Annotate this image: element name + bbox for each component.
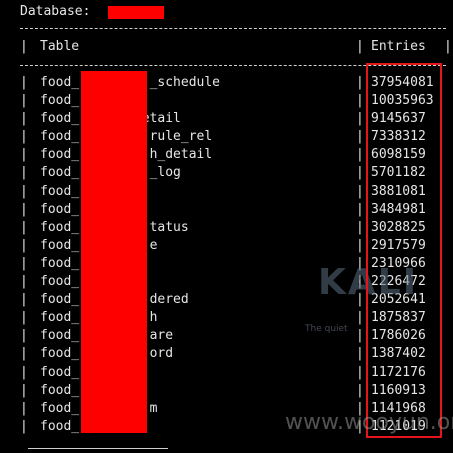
table-name: food_	[40, 382, 80, 398]
row-pipe-mid: |	[356, 310, 364, 326]
row-pipe-left: |	[20, 219, 28, 235]
header-pipe-left: |	[20, 39, 28, 54]
row-pipe-mid: |	[356, 147, 364, 163]
row-pipe-mid: |	[356, 382, 364, 398]
row-pipe-left: |	[20, 310, 28, 326]
row-pipe-mid: |	[356, 364, 364, 380]
row-pipe-mid: |	[356, 237, 364, 253]
table-name-redaction	[81, 71, 147, 433]
row-pipe-left: |	[20, 147, 28, 163]
table-name: food_	[40, 255, 80, 271]
row-pipe-mid: |	[356, 129, 364, 145]
row-pipe-left: |	[20, 129, 28, 145]
database-name-redaction	[108, 6, 164, 19]
row-pipe-left: |	[20, 418, 28, 434]
row-pipe-mid: |	[356, 75, 364, 90]
row-pipe-left: |	[20, 111, 28, 127]
site-watermark: www.wooyun.org	[285, 410, 453, 435]
table-border-bottom	[28, 448, 168, 449]
header-pipe-mid: |	[356, 39, 364, 54]
database-label: Database:	[20, 4, 91, 19]
row-pipe-left: |	[20, 382, 28, 398]
row-pipe-left: |	[20, 400, 28, 416]
table-name: food_	[40, 418, 80, 434]
column-header-table: Table	[40, 39, 80, 54]
row-pipe-mid: |	[356, 219, 364, 235]
table-name: food_	[40, 93, 80, 109]
table-name: food_	[40, 183, 80, 199]
row-pipe-mid: |	[356, 328, 364, 344]
row-pipe-mid: |	[356, 165, 364, 181]
row-pipe-mid: |	[356, 93, 364, 109]
row-pipe-left: |	[20, 364, 28, 380]
background-tagline-watermark: The quiet	[305, 324, 348, 334]
column-header-entries: Entries	[371, 39, 426, 54]
table-name: food_	[40, 201, 80, 217]
row-pipe-left: |	[20, 292, 28, 308]
row-pipe-left: |	[20, 75, 28, 90]
row-pipe-mid: |	[356, 183, 364, 199]
row-pipe-left: |	[20, 201, 28, 217]
row-pipe-left: |	[20, 183, 28, 199]
entries-highlight-box	[366, 63, 442, 438]
row-pipe-mid: |	[356, 111, 364, 127]
row-pipe-left: |	[20, 237, 28, 253]
table-name: food_	[40, 274, 80, 290]
terminal-window: Database: | Table | Entries | | food_ _sc…	[0, 0, 453, 453]
row-pipe-left: |	[20, 328, 28, 344]
row-pipe-left: |	[20, 255, 28, 271]
row-pipe-left: |	[20, 346, 28, 362]
table-border-top	[20, 28, 446, 29]
row-pipe-mid: |	[356, 201, 364, 217]
header-pipe-right: |	[444, 39, 452, 54]
row-pipe-left: |	[20, 165, 28, 181]
row-pipe-left: |	[20, 274, 28, 290]
table-name: food_	[40, 364, 80, 380]
row-pipe-mid: |	[356, 346, 364, 362]
row-pipe-left: |	[20, 93, 28, 109]
